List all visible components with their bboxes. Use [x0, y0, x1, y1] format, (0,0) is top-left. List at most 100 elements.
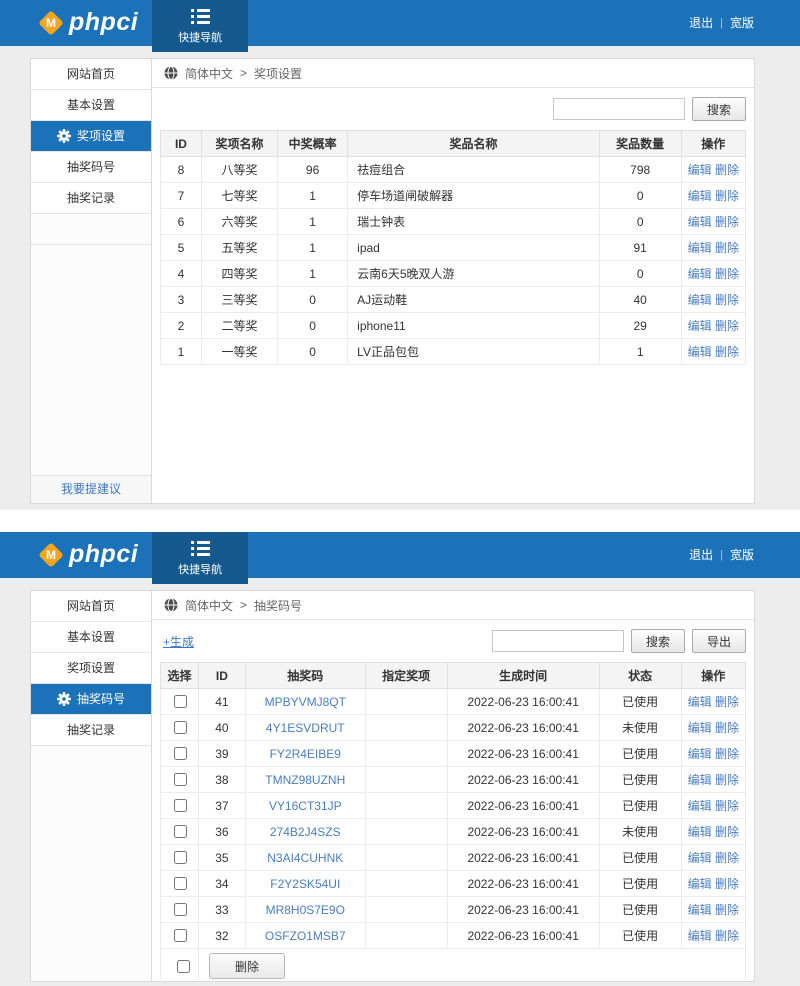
row-checkbox[interactable] [174, 929, 187, 942]
logo[interactable]: M phpci [42, 8, 138, 37]
cell-code[interactable]: 274B2J4SZS [245, 819, 365, 845]
delete-link[interactable]: 删除 [715, 851, 739, 865]
cell-code[interactable]: MPBYVMJ8QT [245, 689, 365, 715]
sidebar-item-basic-settings[interactable]: 基本设置 [31, 90, 151, 121]
code-link[interactable]: MR8H0S7E9O [266, 903, 345, 917]
edit-link[interactable]: 编辑 [688, 215, 712, 229]
delete-link[interactable]: 删除 [715, 319, 739, 333]
cell-code[interactable]: VY16CT31JP [245, 793, 365, 819]
table-row: 32 OSFZO1MSB7 2022-06-23 16:00:41 已使用 编辑… [161, 923, 746, 949]
edit-link[interactable]: 编辑 [688, 345, 712, 359]
code-link[interactable]: 4Y1ESVDRUT [266, 721, 345, 735]
delete-link[interactable]: 删除 [715, 903, 739, 917]
col-select: 选择 [161, 663, 199, 689]
delete-link[interactable]: 删除 [715, 721, 739, 735]
cell-code[interactable]: MR8H0S7E9O [245, 897, 365, 923]
edit-link[interactable]: 编辑 [688, 695, 712, 709]
edit-link[interactable]: 编辑 [688, 851, 712, 865]
wide-mode-link[interactable]: 宽版 [730, 546, 754, 563]
delete-link[interactable]: 删除 [715, 241, 739, 255]
suggestion-link[interactable]: 我要提建议 [31, 475, 151, 503]
delete-link[interactable]: 删除 [715, 695, 739, 709]
cell-code[interactable]: 4Y1ESVDRUT [245, 715, 365, 741]
sidebar-item-draw-records[interactable]: 抽奖记录 [31, 715, 151, 746]
cell-code[interactable]: OSFZO1MSB7 [245, 923, 365, 949]
batch-delete-button[interactable]: 删除 [209, 953, 285, 979]
code-link[interactable]: 274B2J4SZS [270, 825, 341, 839]
quick-nav-button[interactable]: 快捷导航 [152, 532, 248, 584]
search-button[interactable]: 搜索 [692, 97, 746, 121]
select-all-checkbox[interactable] [177, 960, 190, 973]
delete-link[interactable]: 删除 [715, 215, 739, 229]
cell-code[interactable]: FY2R4EIBE9 [245, 741, 365, 767]
breadcrumb-lang[interactable]: 简体中文 [185, 597, 233, 614]
gear-icon [57, 129, 71, 143]
sidebar-item-prize-settings[interactable]: 奖项设置 [31, 121, 151, 152]
edit-link[interactable]: 编辑 [688, 189, 712, 203]
delete-link[interactable]: 删除 [715, 189, 739, 203]
breadcrumb-lang[interactable]: 简体中文 [185, 65, 233, 82]
quick-nav-button[interactable]: 快捷导航 [152, 0, 248, 52]
generate-link[interactable]: +生成 [160, 633, 194, 650]
sidebar-item-code-numbers[interactable]: 抽奖码号 [31, 152, 151, 183]
delete-link[interactable]: 删除 [715, 293, 739, 307]
logout-link[interactable]: 退出 [689, 14, 713, 31]
edit-link[interactable]: 编辑 [688, 241, 712, 255]
code-link[interactable]: OSFZO1MSB7 [265, 929, 346, 943]
delete-link[interactable]: 删除 [715, 345, 739, 359]
edit-link[interactable]: 编辑 [688, 163, 712, 177]
edit-link[interactable]: 编辑 [688, 929, 712, 943]
row-checkbox[interactable] [174, 747, 187, 760]
edit-link[interactable]: 编辑 [688, 267, 712, 281]
delete-link[interactable]: 删除 [715, 825, 739, 839]
cell-code[interactable]: N3AI4CUHNK [245, 845, 365, 871]
delete-link[interactable]: 删除 [715, 163, 739, 177]
wide-mode-link[interactable]: 宽版 [730, 14, 754, 31]
sidebar-item-basic-settings[interactable]: 基本设置 [31, 622, 151, 653]
cell-assigned-prize [365, 923, 447, 949]
sidebar-item-prize-settings[interactable]: 奖项设置 [31, 653, 151, 684]
delete-link[interactable]: 删除 [715, 267, 739, 281]
sidebar-item-code-numbers[interactable]: 抽奖码号 [31, 684, 151, 715]
export-button[interactable]: 导出 [692, 629, 746, 653]
cell-code[interactable]: TMNZ98UZNH [245, 767, 365, 793]
code-link[interactable]: MPBYVMJ8QT [265, 695, 346, 709]
edit-link[interactable]: 编辑 [688, 903, 712, 917]
row-checkbox[interactable] [174, 799, 187, 812]
search-input[interactable] [553, 98, 685, 120]
search-button[interactable]: 搜索 [631, 629, 685, 653]
code-link[interactable]: N3AI4CUHNK [267, 851, 343, 865]
row-checkbox[interactable] [174, 825, 187, 838]
logout-link[interactable]: 退出 [689, 546, 713, 563]
row-checkbox[interactable] [174, 773, 187, 786]
edit-link[interactable]: 编辑 [688, 721, 712, 735]
edit-link[interactable]: 编辑 [688, 773, 712, 787]
code-link[interactable]: VY16CT31JP [269, 799, 342, 813]
table-row: 36 274B2J4SZS 2022-06-23 16:00:41 未使用 编辑… [161, 819, 746, 845]
delete-link[interactable]: 删除 [715, 747, 739, 761]
edit-link[interactable]: 编辑 [688, 747, 712, 761]
code-link[interactable]: FY2R4EIBE9 [270, 747, 341, 761]
code-link[interactable]: TMNZ98UZNH [265, 773, 345, 787]
row-checkbox[interactable] [174, 721, 187, 734]
sidebar-item-home[interactable]: 网站首页 [31, 59, 151, 90]
row-checkbox[interactable] [174, 903, 187, 916]
edit-link[interactable]: 编辑 [688, 319, 712, 333]
edit-link[interactable]: 编辑 [688, 877, 712, 891]
edit-link[interactable]: 编辑 [688, 799, 712, 813]
delete-link[interactable]: 删除 [715, 799, 739, 813]
row-checkbox[interactable] [174, 695, 187, 708]
delete-link[interactable]: 删除 [715, 929, 739, 943]
cell-code[interactable]: F2Y2SK54UI [245, 871, 365, 897]
row-checkbox[interactable] [174, 851, 187, 864]
delete-link[interactable]: 删除 [715, 877, 739, 891]
delete-link[interactable]: 删除 [715, 773, 739, 787]
edit-link[interactable]: 编辑 [688, 293, 712, 307]
logo[interactable]: M phpci [42, 540, 138, 569]
search-input[interactable] [492, 630, 624, 652]
sidebar-item-home[interactable]: 网站首页 [31, 591, 151, 622]
row-checkbox[interactable] [174, 877, 187, 890]
sidebar-item-draw-records[interactable]: 抽奖记录 [31, 183, 151, 214]
edit-link[interactable]: 编辑 [688, 825, 712, 839]
code-link[interactable]: F2Y2SK54UI [270, 877, 340, 891]
